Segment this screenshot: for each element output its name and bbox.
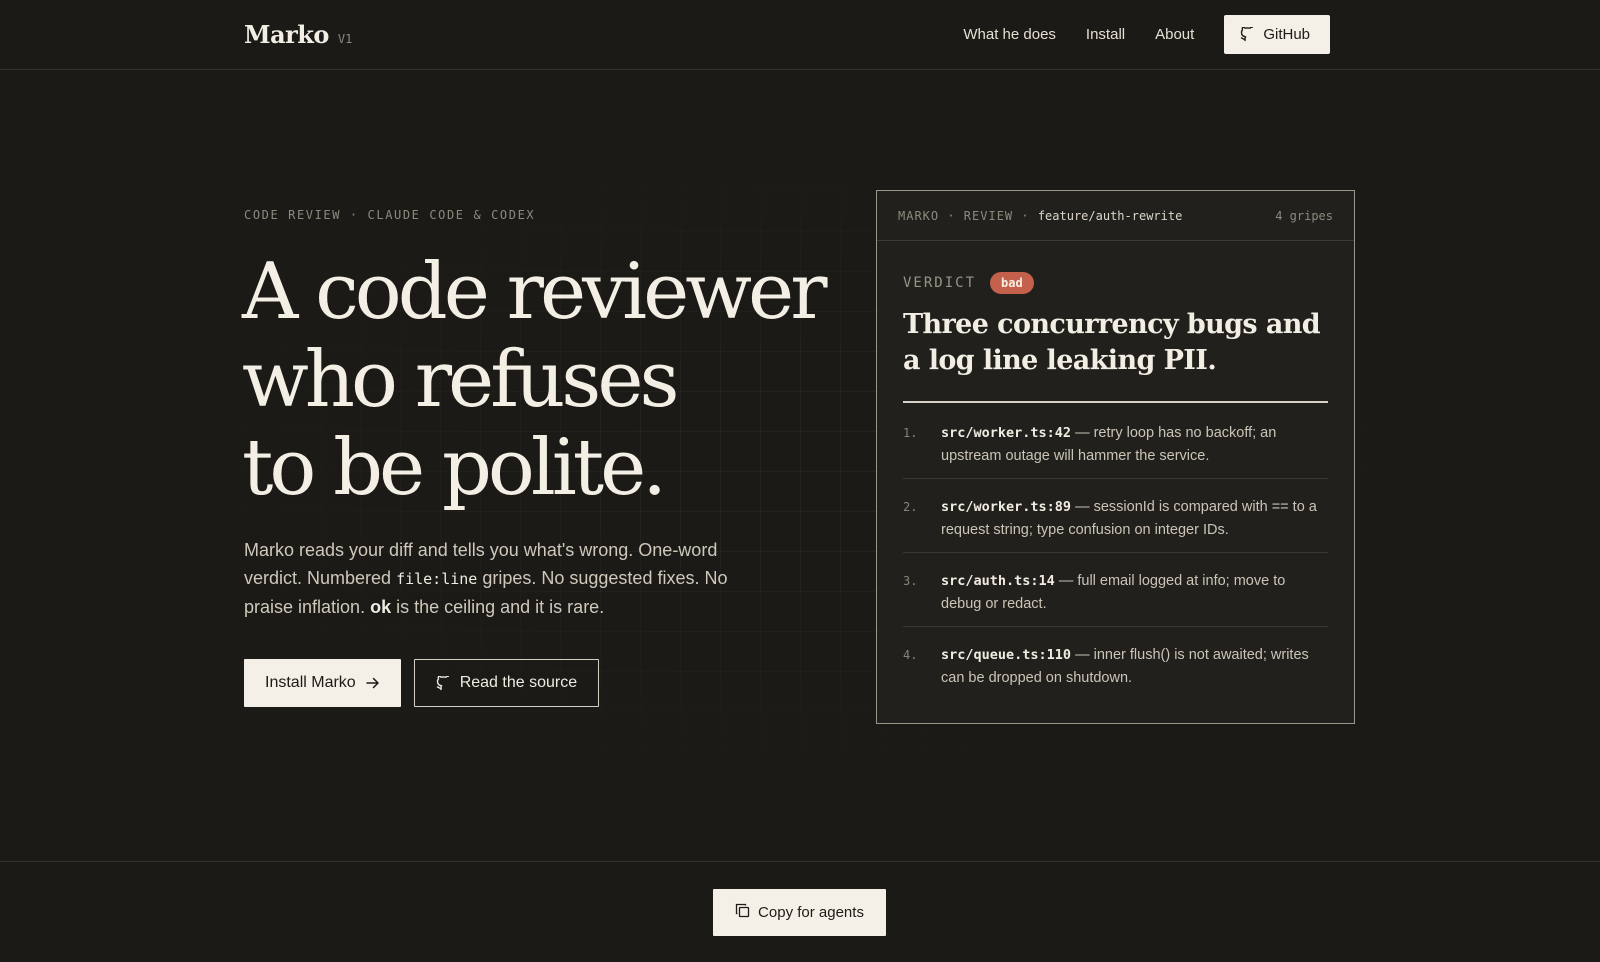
brand[interactable]: Marko V1 xyxy=(244,20,352,49)
verdict-badge: bad xyxy=(990,272,1034,294)
headline-line-1: A code reviewer xyxy=(242,247,827,337)
review-summary: Three concurrency bugs and a log line le… xyxy=(903,309,1321,376)
nav-link-install[interactable]: Install xyxy=(1086,26,1125,43)
lede-part-3: is the ceiling and it is rare. xyxy=(391,597,605,617)
hero-actions: Install Marko Read the source xyxy=(244,659,600,707)
nav-link-what-he-does[interactable]: What he does xyxy=(963,26,1056,43)
gripe-location: src/worker.ts:89 xyxy=(941,499,1072,515)
lede-strong: ok xyxy=(370,597,392,617)
gripe-text: src/queue.ts:110 — inner flush() is not … xyxy=(941,644,1327,690)
brand-version: V1 xyxy=(337,32,353,46)
hero-eyebrow: CODE REVIEW · CLAUDE CODE & CODEX xyxy=(244,208,536,222)
gripe-text: src/auth.ts:14 — full email logged at in… xyxy=(941,570,1327,616)
gripe-text: src/worker.ts:89 — sessionId is compared… xyxy=(941,496,1327,542)
hero-headline: A code reviewer who refuses to be polite… xyxy=(242,248,842,512)
nav-link-about[interactable]: About xyxy=(1155,26,1194,43)
install-marko-label: Install Marko xyxy=(265,674,356,691)
lede-code: file:line xyxy=(396,570,478,588)
verdict-label: VERDICT xyxy=(903,275,977,291)
copy-icon xyxy=(735,903,750,922)
main-nav: What he does Install About GitHub xyxy=(963,15,1330,54)
gripe-number: 4. xyxy=(903,648,918,662)
github-icon xyxy=(1240,27,1254,42)
copy-for-agents-label: Copy for agents xyxy=(758,904,864,921)
gripe-item: 3. src/auth.ts:14 — full email logged at… xyxy=(903,553,1328,627)
gripe-item: 1. src/worker.ts:42 — retry loop has no … xyxy=(903,405,1328,479)
hero-description: Marko reads your diff and tells you what… xyxy=(244,536,764,621)
review-card-title: MARKO · REVIEW · feature/auth-rewrite xyxy=(898,209,1182,223)
review-card-prefix: MARKO · REVIEW · xyxy=(898,209,1038,223)
github-icon xyxy=(436,675,450,691)
gripe-location: src/auth.ts:14 xyxy=(941,573,1055,589)
gripe-number: 2. xyxy=(903,500,918,514)
gripe-text: src/worker.ts:42 — retry loop has no bac… xyxy=(941,422,1327,468)
headline-line-2: who refuses xyxy=(242,335,680,425)
gripe-list: 1. src/worker.ts:42 — retry loop has no … xyxy=(903,405,1328,701)
read-source-button[interactable]: Read the source xyxy=(413,659,600,707)
install-marko-button[interactable]: Install Marko xyxy=(244,659,401,707)
review-card: MARKO · REVIEW · feature/auth-rewrite 4 … xyxy=(876,190,1355,724)
github-button[interactable]: GitHub xyxy=(1224,15,1330,54)
gripe-item: 2. src/worker.ts:89 — sessionId is compa… xyxy=(903,479,1328,553)
top-nav-bar: Marko V1 What he does Install About GitH… xyxy=(0,0,1600,70)
divider xyxy=(903,401,1328,403)
gripe-count: 4 gripes xyxy=(1275,209,1333,223)
copy-for-agents-button[interactable]: Copy for agents xyxy=(713,889,886,936)
arrow-right-icon xyxy=(365,677,380,689)
branch-name: feature/auth-rewrite xyxy=(1037,209,1183,223)
gripe-number: 1. xyxy=(903,426,918,440)
gripe-location: src/worker.ts:42 xyxy=(941,425,1072,441)
gripe-location: src/queue.ts:110 xyxy=(941,647,1072,663)
gripe-item: 4. src/queue.ts:110 — inner flush() is n… xyxy=(903,627,1328,701)
gripe-number: 3. xyxy=(903,574,918,588)
headline-line-3: to be polite. xyxy=(242,423,667,513)
brand-name[interactable]: Marko xyxy=(244,20,329,49)
verdict-row: VERDICT bad xyxy=(903,272,1034,294)
read-source-label: Read the source xyxy=(459,674,578,691)
github-button-label: GitHub xyxy=(1263,26,1310,43)
review-card-header: MARKO · REVIEW · feature/auth-rewrite 4 … xyxy=(877,191,1354,241)
